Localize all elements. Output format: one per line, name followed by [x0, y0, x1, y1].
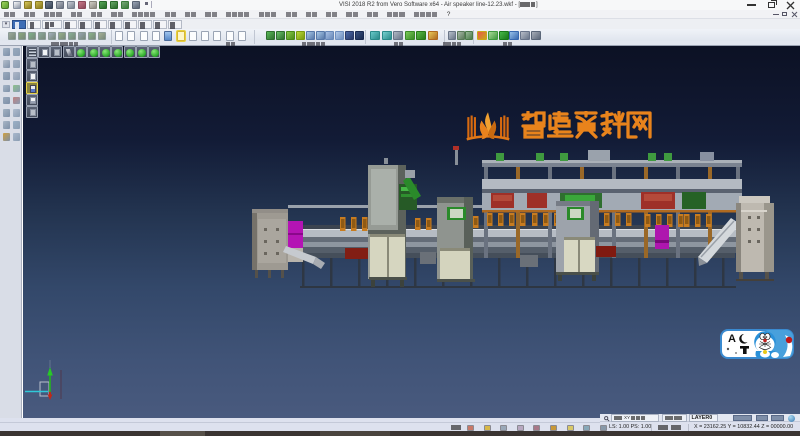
svg-text:A: A — [728, 333, 736, 345]
